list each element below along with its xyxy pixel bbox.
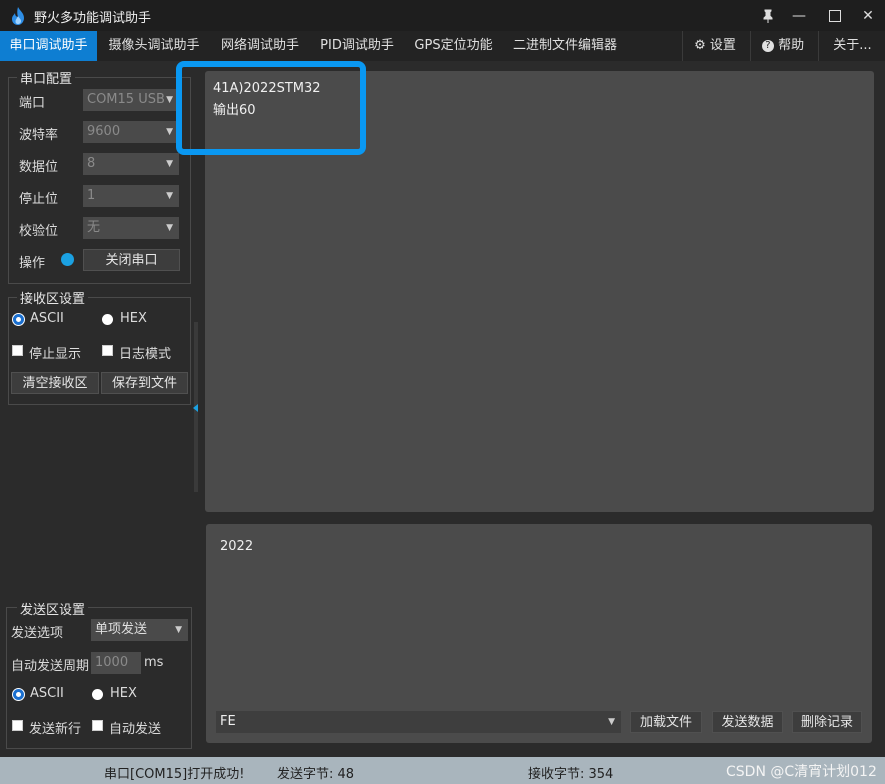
help-label: 帮助 (778, 38, 805, 53)
parity-label: 校验位 (19, 224, 59, 239)
receive-settings-title: 接收区设置 (17, 288, 89, 307)
chevron-down-icon: ▼ (166, 159, 173, 169)
send-option-value: 单项发送 (95, 622, 148, 637)
tab-gps[interactable]: GPS定位功能 (406, 31, 501, 61)
clear-receive-button[interactable]: 清空接收区 (11, 372, 99, 394)
tab-network[interactable]: 网络调试助手 (212, 31, 308, 61)
send-text: 2022 (220, 539, 254, 554)
flame-app-icon (12, 7, 24, 25)
databits-label: 数据位 (19, 160, 59, 175)
send-history-value: FE (220, 714, 236, 729)
tab-serial[interactable]: 串口调试助手 (0, 31, 97, 61)
send-newline-label: 发送新行 (29, 722, 82, 737)
stopbits-label: 停止位 (19, 192, 59, 207)
parity-select[interactable]: 无 ▼ (83, 217, 179, 239)
send-settings-title: 发送区设置 (17, 599, 89, 618)
databits-value: 8 (87, 156, 96, 171)
auto-period-label: 自动发送周期 (11, 659, 90, 674)
load-file-button[interactable]: 加载文件 (630, 711, 702, 733)
send-option-select[interactable]: 单项发送 ▼ (91, 619, 188, 641)
status-port-message: 串口[COM15]打开成功! (104, 767, 245, 782)
collapse-arrow-icon[interactable] (193, 404, 198, 412)
port-label: 端口 (19, 96, 46, 111)
tab-binary-editor[interactable]: 二进制文件编辑器 (505, 31, 625, 61)
status-received-bytes: 接收字节: 354 (528, 767, 614, 782)
window-title: 野火多功能调试助手 (34, 11, 152, 26)
databits-select[interactable]: 8 ▼ (83, 153, 179, 175)
annotation-highlight-box (176, 61, 366, 155)
baud-value: 9600 (87, 124, 121, 139)
send-hex-radio[interactable] (92, 689, 103, 700)
send-option-label: 发送选项 (11, 626, 64, 641)
chevron-down-icon: ▼ (166, 95, 173, 105)
close-port-button[interactable]: 关闭串口 (83, 249, 180, 271)
port-select[interactable]: COM15 USB ▼ (83, 89, 179, 111)
recv-ascii-label: ASCII (30, 311, 64, 326)
log-mode-checkbox[interactable] (102, 345, 113, 356)
chevron-down-icon: ▼ (166, 223, 173, 233)
minimize-button[interactable]: — (786, 4, 812, 28)
recv-hex-radio[interactable] (102, 314, 113, 325)
operation-label: 操作 (19, 256, 46, 271)
gear-icon: ⚙ (694, 38, 706, 53)
serial-config-title: 串口配置 (17, 68, 76, 87)
port-value: COM15 USB (87, 92, 165, 107)
baud-select[interactable]: 9600 ▼ (83, 121, 179, 143)
baud-label: 波特率 (19, 128, 59, 143)
maximize-button[interactable] (822, 4, 848, 28)
chevron-down-icon: ▼ (166, 191, 173, 201)
auto-send-label: 自动发送 (109, 722, 162, 737)
status-sent-bytes: 发送字节: 48 (277, 767, 355, 782)
auto-period-input[interactable]: 1000 (91, 652, 141, 674)
send-ascii-label: ASCII (30, 686, 64, 701)
stopbits-value: 1 (87, 188, 96, 203)
tab-camera[interactable]: 摄像头调试助手 (100, 31, 208, 61)
tab-pid[interactable]: PID调试助手 (312, 31, 402, 61)
send-ascii-radio[interactable] (13, 689, 24, 700)
auto-send-checkbox[interactable] (92, 720, 103, 731)
parity-value: 无 (87, 220, 101, 235)
tab-help[interactable]: ? 帮助 (750, 31, 815, 61)
send-history-select[interactable]: FE ▼ (216, 711, 621, 733)
send-newline-checkbox[interactable] (12, 720, 23, 731)
stopbits-select[interactable]: 1 ▼ (83, 185, 179, 207)
stop-display-label: 停止显示 (29, 347, 82, 362)
stop-display-checkbox[interactable] (12, 345, 23, 356)
port-status-indicator (61, 253, 74, 266)
auto-period-unit: ms (144, 655, 164, 670)
tab-about[interactable]: 关于... (818, 31, 885, 61)
tab-settings[interactable]: ⚙ 设置 (682, 31, 747, 61)
send-data-button[interactable]: 发送数据 (712, 711, 783, 733)
chevron-down-icon: ▼ (175, 625, 182, 635)
delete-record-button[interactable]: 删除记录 (792, 711, 862, 733)
help-icon: ? (761, 39, 774, 52)
log-mode-label: 日志模式 (119, 347, 172, 362)
recv-hex-label: HEX (120, 311, 147, 326)
chevron-down-icon: ▼ (608, 717, 615, 727)
chevron-down-icon: ▼ (166, 127, 173, 137)
save-to-file-button[interactable]: 保存到文件 (101, 372, 188, 394)
pin-icon[interactable] (755, 4, 781, 28)
settings-label: 设置 (709, 38, 736, 53)
close-button[interactable]: ✕ (855, 4, 881, 28)
watermark: CSDN @C清宵计划012 (726, 764, 877, 780)
send-hex-label: HEX (110, 686, 137, 701)
recv-ascii-radio[interactable] (13, 314, 24, 325)
